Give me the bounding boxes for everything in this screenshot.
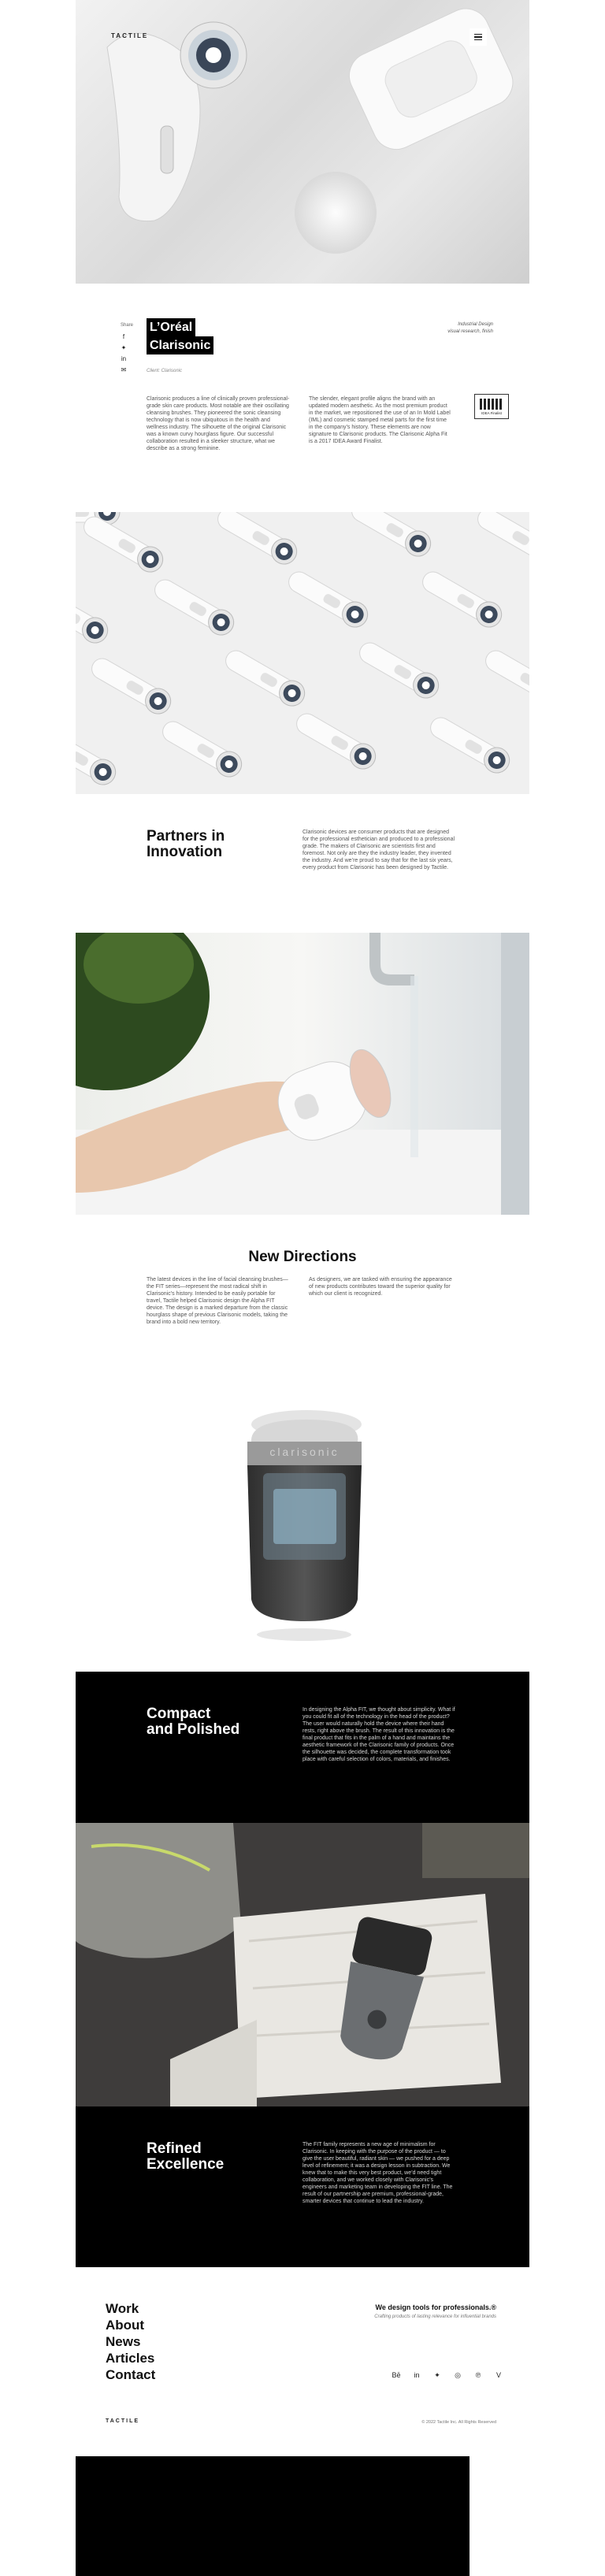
intro-para-left: Clarisonic produces a line of clinically… xyxy=(147,396,290,451)
footer-copyright: © 2022 Tactile Inc. All Rights Reserved xyxy=(421,2420,496,2425)
idea-award-logo: IDEA Finalist xyxy=(474,394,509,419)
footer-tagline: We design tools for professionals.® xyxy=(375,2303,497,2311)
linkedin-icon[interactable]: in xyxy=(410,2368,424,2382)
title-line-2: Clarisonic xyxy=(147,336,214,354)
pinterest-icon[interactable]: ℗ xyxy=(471,2368,485,2382)
instagram-icon[interactable]: ◎ xyxy=(451,2368,465,2382)
partners-heading-line-2: Innovation xyxy=(147,844,223,860)
hero-image xyxy=(106,8,514,254)
partners-section: Partners in Innovation Clarisonic device… xyxy=(76,794,529,933)
footer-nav-work[interactable]: Work xyxy=(106,2300,155,2317)
compact-heading: Compact and Polished xyxy=(147,1706,239,1738)
towel-photo-section xyxy=(76,1823,529,2106)
footer-nav-about[interactable]: About xyxy=(106,2317,155,2333)
compact-section: Compact and Polished In designing the Al… xyxy=(76,1672,529,1823)
page-title: L’Oréal Clarisonic xyxy=(147,318,214,354)
client-label: Client: Clarisonic xyxy=(147,369,183,373)
refined-heading-line-2: Excellence xyxy=(147,2156,225,2173)
footer-nav: Work About News Articles Contact xyxy=(106,2300,155,2383)
partners-para: Clarisonic devices are consumer products… xyxy=(302,830,455,870)
facebook-icon[interactable]: f xyxy=(120,332,128,340)
footer-nav-articles[interactable]: Articles xyxy=(106,2350,155,2366)
footer-logo[interactable]: TACTILE xyxy=(106,2418,139,2424)
menu-button[interactable] xyxy=(470,28,487,46)
partners-heading: Partners in Innovation xyxy=(147,829,225,860)
refined-heading-line-1: Refined xyxy=(147,2140,202,2157)
menu-icon xyxy=(474,32,482,43)
share-label: Share xyxy=(121,323,134,328)
hero-section: TACTILE xyxy=(76,0,529,284)
pattern-image-section xyxy=(76,512,529,794)
refined-para: The FIT family represents a new age of m… xyxy=(302,2142,453,2204)
hand-photo-section xyxy=(76,933,529,1215)
refined-heading: Refined Excellence xyxy=(147,2141,224,2173)
twitter-icon[interactable]: ✦ xyxy=(120,343,128,351)
compact-para: In designing the Alpha FIT, we thought a… xyxy=(302,1707,455,1762)
services-label: Industrial Design visual research, finis… xyxy=(447,322,493,334)
intro-para-right: The slender, elegant profile aligns the … xyxy=(309,396,451,444)
email-icon[interactable]: ✉ xyxy=(120,366,128,373)
footer-nav-news[interactable]: News xyxy=(106,2333,155,2350)
footer-social: Bē in ✦ ◎ ℗ V xyxy=(389,2368,506,2382)
site-logo[interactable]: TACTILE xyxy=(111,32,148,39)
device-brand-label: clarisonic xyxy=(269,1446,340,1458)
vimeo-icon[interactable]: V xyxy=(492,2368,506,2382)
alpha-fit-device: clarisonic xyxy=(236,1410,369,1646)
partners-heading-line-1: Partners in xyxy=(147,828,225,844)
device-pattern-image xyxy=(76,512,529,790)
refined-section: Refined Excellence The FIT family repres… xyxy=(76,2106,529,2267)
bottom-black-panel xyxy=(76,2456,470,2576)
title-line-1: L’Oréal xyxy=(147,318,196,336)
site-footer: Work About News Articles Contact We desi… xyxy=(76,2267,529,2456)
footer-sub-tagline: Crafting products of lasting relevance f… xyxy=(374,2314,496,2319)
behance-icon[interactable]: Bē xyxy=(389,2368,403,2382)
new-directions-para-right: As designers, we are tasked with ensurin… xyxy=(309,1277,452,1297)
hand-device-image xyxy=(76,933,529,1215)
compact-heading-line-1: Compact xyxy=(147,1706,211,1722)
new-directions-para-left: The latest devices in the line of facial… xyxy=(147,1277,288,1325)
intro-section: Share f ✦ in ✉ L’Oréal Clarisonic Client… xyxy=(76,284,529,512)
linkedin-icon[interactable]: in xyxy=(120,354,128,362)
towel-device-image xyxy=(76,1823,529,2106)
footer-nav-contact[interactable]: Contact xyxy=(106,2366,155,2383)
award-label: IDEA Finalist xyxy=(481,410,502,415)
new-directions-section: New Directions The latest devices in the… xyxy=(76,1215,529,1672)
new-directions-heading: New Directions xyxy=(248,1249,357,1265)
twitter-icon[interactable]: ✦ xyxy=(430,2368,444,2382)
compact-heading-line-2: and Polished xyxy=(147,1721,240,1738)
